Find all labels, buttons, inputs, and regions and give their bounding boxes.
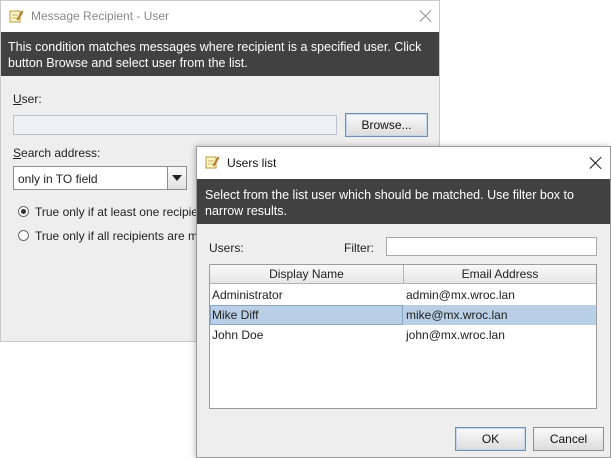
radio-all-recipients-label: True only if all recipients are m <box>35 229 198 243</box>
users-label: Users: <box>209 241 244 255</box>
search-address-label: Search address: <box>13 146 101 160</box>
cell-display-name: Administrator <box>212 288 283 302</box>
back-dialog-titlebar: Message Recipient - User <box>1 1 439 32</box>
radio-all-recipients[interactable] <box>18 230 29 241</box>
cell-email-address: mike@mx.wroc.lan <box>406 308 508 322</box>
table-row[interactable]: Administrator admin@mx.wroc.lan <box>210 285 596 305</box>
cell-display-name: John Doe <box>212 328 264 342</box>
note-pencil-icon <box>205 156 219 169</box>
radio-at-least-one[interactable] <box>18 206 29 217</box>
search-address-select[interactable]: only in TO field <box>13 166 187 190</box>
close-icon[interactable] <box>590 157 602 169</box>
table-row[interactable]: John Doe john@mx.wroc.lan <box>210 325 596 345</box>
chevron-down-icon[interactable] <box>167 167 186 189</box>
browse-button[interactable]: Browse... <box>345 113 428 137</box>
search-address-selected: only in TO field <box>18 172 98 186</box>
cell-display-name: Mike Diff <box>210 305 403 325</box>
close-icon[interactable] <box>420 10 432 22</box>
users-dialog-description: Select from the list user which should b… <box>197 179 610 224</box>
ok-button[interactable]: OK <box>455 427 526 451</box>
user-label: User: <box>13 92 42 106</box>
users-dialog-titlebar: Users list <box>197 147 610 179</box>
column-display-name[interactable]: Display Name <box>210 265 404 283</box>
note-pencil-icon <box>9 10 23 23</box>
radio-at-least-one-label: True only if at least one recipie <box>35 205 198 219</box>
table-header: Display Name Email Address <box>210 265 596 284</box>
filter-input[interactable] <box>386 237 597 256</box>
users-table: Display Name Email Address Administrator… <box>209 264 597 409</box>
cancel-button[interactable]: Cancel <box>533 427 604 451</box>
column-email-address[interactable]: Email Address <box>404 265 596 283</box>
cell-email-address: john@mx.wroc.lan <box>406 328 505 342</box>
back-dialog-title: Message Recipient - User <box>31 9 170 23</box>
back-dialog-description: This condition matches messages where re… <box>1 32 439 76</box>
users-list-dialog: Users list Select from the list user whi… <box>196 146 611 458</box>
user-field[interactable] <box>13 115 337 135</box>
users-dialog-title: Users list <box>227 156 277 170</box>
table-row[interactable]: Mike Diff mike@mx.wroc.lan <box>210 305 596 325</box>
filter-label: Filter: <box>344 241 374 255</box>
cell-email-address: admin@mx.wroc.lan <box>406 288 515 302</box>
